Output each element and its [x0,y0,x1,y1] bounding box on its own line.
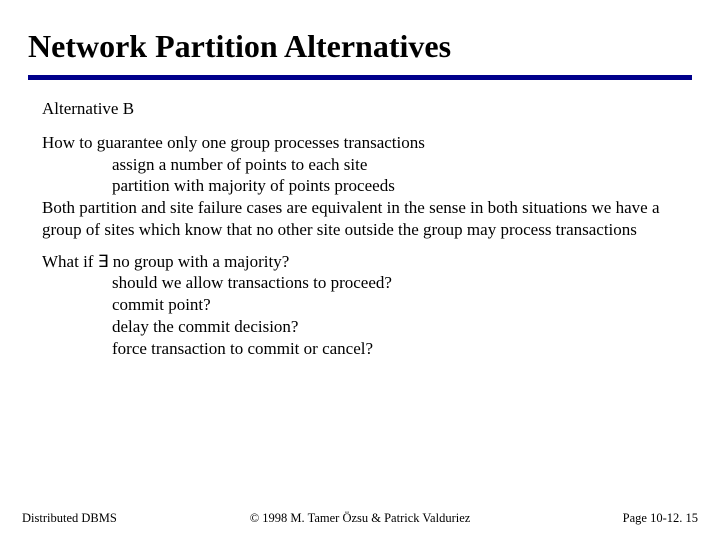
para2-lead: What if ∃ no group with a majority? [42,251,692,273]
para2-bullet-2: commit point? [42,294,692,316]
section-subhead: Alternative B [42,98,692,120]
para2-bullet-3: delay the commit decision? [42,316,692,338]
para2-bullet-1: should we allow transactions to proceed? [42,272,692,294]
slide-title: Network Partition Alternatives [28,28,692,71]
para1-tail: Both partition and site failure cases ar… [42,197,692,241]
para1-lead: How to guarantee only one group processe… [42,132,692,154]
slide: Network Partition Alternatives Alternati… [0,0,720,540]
para1-bullet-1: assign a number of points to each site [42,154,692,176]
footer: Distributed DBMS © 1998 M. Tamer Özsu & … [0,511,720,526]
para1-bullet-2: partition with majority of points procee… [42,175,692,197]
para2-bullet-4: force transaction to commit or cancel? [42,338,692,360]
paragraph-2: What if ∃ no group with a majority? shou… [42,251,692,360]
footer-center: © 1998 M. Tamer Özsu & Patrick Valduriez [0,511,720,526]
title-rule [28,75,692,80]
slide-body: Alternative B How to guarantee only one … [28,98,692,359]
paragraph-1: How to guarantee only one group processe… [42,132,692,241]
